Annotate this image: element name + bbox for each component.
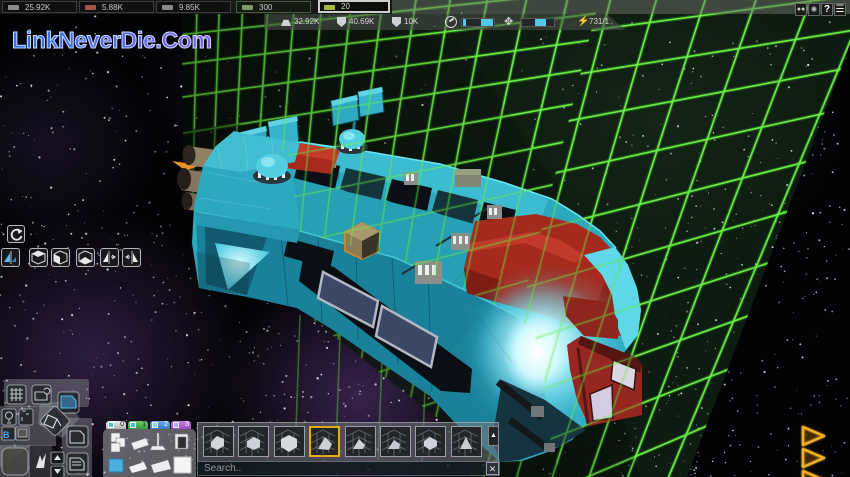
svg-text:B: B xyxy=(3,430,10,440)
